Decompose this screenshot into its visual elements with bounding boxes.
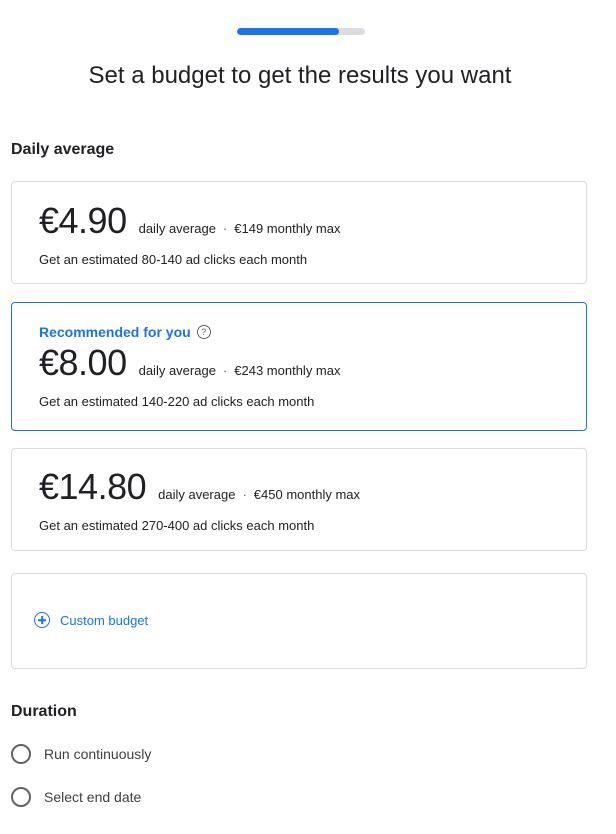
daily-average-label: daily average — [158, 487, 236, 502]
monthly-max: €149 monthly max — [234, 221, 341, 236]
budget-price: €4.90 — [39, 200, 127, 241]
duration-heading: Duration — [11, 703, 77, 720]
budget-option-card[interactable]: €4.90 daily average · €149 monthly max G… — [11, 181, 587, 284]
monthly-max: €450 monthly max — [253, 487, 361, 502]
radio-run-continuously[interactable]: Run continuously — [11, 744, 151, 764]
progress-bar-fill — [237, 28, 340, 35]
page-title: Set a budget to get the results you want — [88, 62, 512, 89]
budget-option-card-recommended[interactable]: Recommended for you ? €8.00 daily averag… — [11, 302, 587, 431]
price-row: €8.00 daily average · €243 monthly max — [39, 342, 574, 384]
recommended-label: Recommended for you — [39, 324, 191, 340]
plus-circle-icon — [34, 612, 50, 628]
budget-option-card[interactable]: €14.80 daily average · €450 monthly max … — [11, 448, 587, 551]
monthly-max: €243 monthly max — [234, 363, 341, 378]
radio-label: Run continuously — [44, 746, 152, 762]
separator-dot: · — [222, 363, 228, 378]
custom-budget-card[interactable]: Custom budget — [11, 573, 587, 669]
click-estimate: Get an estimated 270-400 ad clicks each … — [39, 518, 315, 533]
separator-dot: · — [242, 487, 247, 502]
recommended-label-row: Recommended for you ? — [39, 324, 574, 340]
budget-price: €8.00 — [39, 342, 127, 383]
budget-price: €14.80 — [39, 466, 147, 507]
radio-button[interactable] — [11, 787, 31, 807]
help-circle-icon[interactable]: ? — [196, 325, 211, 339]
progress-bar — [237, 28, 365, 35]
separator-dot: · — [222, 221, 228, 236]
radio-select-end-date[interactable]: Select end date — [11, 787, 141, 807]
daily-average-label: daily average — [138, 363, 216, 378]
radio-button[interactable] — [11, 744, 31, 764]
radio-label: Select end date — [44, 789, 142, 805]
custom-budget-label: Custom budget — [60, 612, 149, 628]
click-estimate: Get an estimated 140-220 ad clicks each … — [39, 394, 315, 409]
click-estimate: Get an estimated 80-140 ad clicks each m… — [39, 252, 308, 267]
price-row: €14.80 daily average · €450 monthly max — [39, 466, 574, 508]
custom-budget-button[interactable]: Custom budget — [34, 612, 148, 628]
budget-page: Set a budget to get the results you want… — [0, 0, 616, 834]
daily-average-heading: Daily average — [11, 141, 115, 158]
daily-average-label: daily average — [138, 221, 216, 236]
price-row: €4.90 daily average · €149 monthly max — [39, 200, 574, 242]
